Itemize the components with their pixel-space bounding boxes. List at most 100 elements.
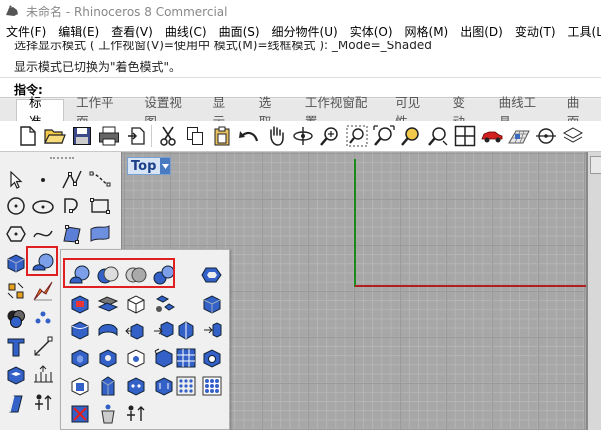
rotate-hole-icon[interactable] <box>123 345 149 371</box>
perspective-viewport-edge[interactable] <box>586 152 601 430</box>
transform-icon[interactable] <box>29 389 56 416</box>
rhino-icon <box>6 5 18 16</box>
command-history: 选择显示模式 ( 工作视窗(V)=使用中 模式(M)=线框模式 ): _Mode… <box>0 41 601 77</box>
tab-set-view[interactable]: 设置视图 <box>132 95 200 129</box>
surface-patch-icon[interactable] <box>86 220 113 247</box>
menu-solid[interactable]: 实体(O) <box>344 23 399 40</box>
circle-icon[interactable] <box>2 192 29 219</box>
perspective-grid-icon[interactable] <box>505 123 532 150</box>
tab-curve-tools[interactable]: 曲线工具 <box>487 95 555 129</box>
polygon-icon[interactable] <box>2 220 29 247</box>
zoom-selected-icon[interactable] <box>397 123 424 150</box>
menu-view[interactable]: 查看(V) <box>105 23 159 40</box>
dot-grid-icon[interactable] <box>123 373 149 399</box>
standard-toolbar <box>0 121 601 152</box>
tab-cplanes[interactable]: 工作平面 <box>64 95 132 129</box>
points-cloud-icon[interactable] <box>29 305 56 332</box>
fillet-edges-icon[interactable] <box>67 317 93 343</box>
rectangle-icon[interactable] <box>86 192 113 219</box>
cap-holes-icon[interactable] <box>67 291 93 317</box>
extrude-icon[interactable] <box>2 389 29 416</box>
free-curve-icon[interactable] <box>29 220 56 247</box>
menu-edit[interactable]: 编辑(E) <box>52 23 105 40</box>
import-icon[interactable] <box>122 123 149 150</box>
zoom-window-icon[interactable] <box>343 123 370 150</box>
solid-stand-icon[interactable] <box>199 345 225 371</box>
toolbar-tabs: 标准 工作平面 设置视图 显示 选取 工作视窗配置 可见性 变动 曲线工具 曲面 <box>0 95 601 129</box>
menu-file[interactable]: 文件(F) <box>0 23 52 40</box>
layers-icon[interactable] <box>559 123 586 150</box>
extrude-face-icon[interactable] <box>123 317 149 343</box>
tab-select[interactable]: 选取 <box>247 95 293 129</box>
osnap-icon[interactable] <box>532 123 559 150</box>
extract-surface-icon[interactable] <box>95 291 121 317</box>
tab-visibility[interactable]: 可见性 <box>383 95 440 129</box>
solid-edit-icon[interactable] <box>2 361 29 388</box>
wireframe-box-icon[interactable] <box>151 291 177 317</box>
solid-curve-icon[interactable] <box>173 345 199 371</box>
cup-icon[interactable] <box>95 401 121 427</box>
menu-tools[interactable]: 工具(L <box>562 23 601 40</box>
tab-transform[interactable]: 变动 <box>440 95 486 129</box>
menu-mesh[interactable]: 网格(M) <box>399 23 455 40</box>
delete-hole-icon[interactable] <box>67 401 93 427</box>
viewport-title-tab[interactable]: Top <box>127 157 172 175</box>
cut-icon[interactable] <box>154 123 181 150</box>
polyline-icon[interactable] <box>58 166 85 193</box>
four-viewports-icon[interactable] <box>451 123 478 150</box>
viewport-title-tab[interactable] <box>590 156 601 174</box>
save-icon[interactable] <box>68 123 95 150</box>
select-arrow-icon[interactable] <box>2 166 29 193</box>
zoom-extents-icon[interactable] <box>370 123 397 150</box>
tab-viewport-layout[interactable]: 工作视窗配置 <box>293 95 383 129</box>
arc-icon[interactable] <box>58 192 85 219</box>
undo-icon[interactable] <box>235 123 262 150</box>
box-icon[interactable] <box>2 249 29 276</box>
paste-icon[interactable] <box>208 123 235 150</box>
toolbar-grip[interactable] <box>50 157 74 160</box>
rib-icon[interactable] <box>95 373 121 399</box>
menu-transform[interactable]: 变动(T) <box>509 23 562 40</box>
y-axis-line <box>354 159 356 287</box>
zoom-icon[interactable] <box>316 123 343 150</box>
menu-drafting[interactable]: 出图(D) <box>454 23 509 40</box>
offset-solid-icon[interactable] <box>67 345 93 371</box>
merge-faces-icon[interactable] <box>123 291 149 317</box>
zoom-dynamic-icon[interactable] <box>424 123 451 150</box>
car-icon[interactable] <box>478 123 505 150</box>
tab-standard[interactable]: 标准 <box>16 95 65 129</box>
ellipse-icon[interactable] <box>29 192 56 219</box>
gumball-icon[interactable] <box>199 373 225 399</box>
menu-subd[interactable]: 细分物件(U) <box>266 23 344 40</box>
print-icon[interactable] <box>95 123 122 150</box>
new-file-icon[interactable] <box>14 123 41 150</box>
tab-icon[interactable] <box>67 373 93 399</box>
rotate-view-icon[interactable] <box>289 123 316 150</box>
surface-from-points-icon[interactable] <box>58 220 85 247</box>
array-icon[interactable] <box>29 361 56 388</box>
chevron-down-icon[interactable] <box>160 158 171 174</box>
make-hole-icon[interactable] <box>95 345 121 371</box>
menu-surface[interactable]: 曲面(S) <box>213 23 266 40</box>
move-face-icon[interactable] <box>95 317 121 343</box>
split-face-icon[interactable] <box>173 317 199 343</box>
shell-icon[interactable] <box>199 317 225 343</box>
split-icon[interactable] <box>29 277 56 304</box>
text-icon[interactable] <box>2 333 29 360</box>
pan-icon[interactable] <box>262 123 289 150</box>
bucket-icon[interactable] <box>173 373 199 399</box>
window-title: 未命名 - Rhinoceros 8 Commercial <box>26 4 228 19</box>
tab-display[interactable]: 显示 <box>201 95 247 129</box>
curve-icon[interactable] <box>86 166 113 193</box>
copy-icon[interactable] <box>181 123 208 150</box>
create-solid-icon[interactable] <box>199 262 225 288</box>
menu-curve[interactable]: 曲线(C) <box>159 23 213 40</box>
explode-icon[interactable] <box>2 277 29 304</box>
point-icon[interactable] <box>29 166 56 193</box>
solid-box-icon[interactable] <box>199 291 225 317</box>
dimension-icon[interactable] <box>29 333 56 360</box>
mesh-sphere-icon[interactable] <box>2 305 29 332</box>
open-file-icon[interactable] <box>41 123 68 150</box>
tab-surface[interactable]: 曲面 <box>555 95 601 129</box>
gumball-transform-icon[interactable] <box>123 401 149 427</box>
